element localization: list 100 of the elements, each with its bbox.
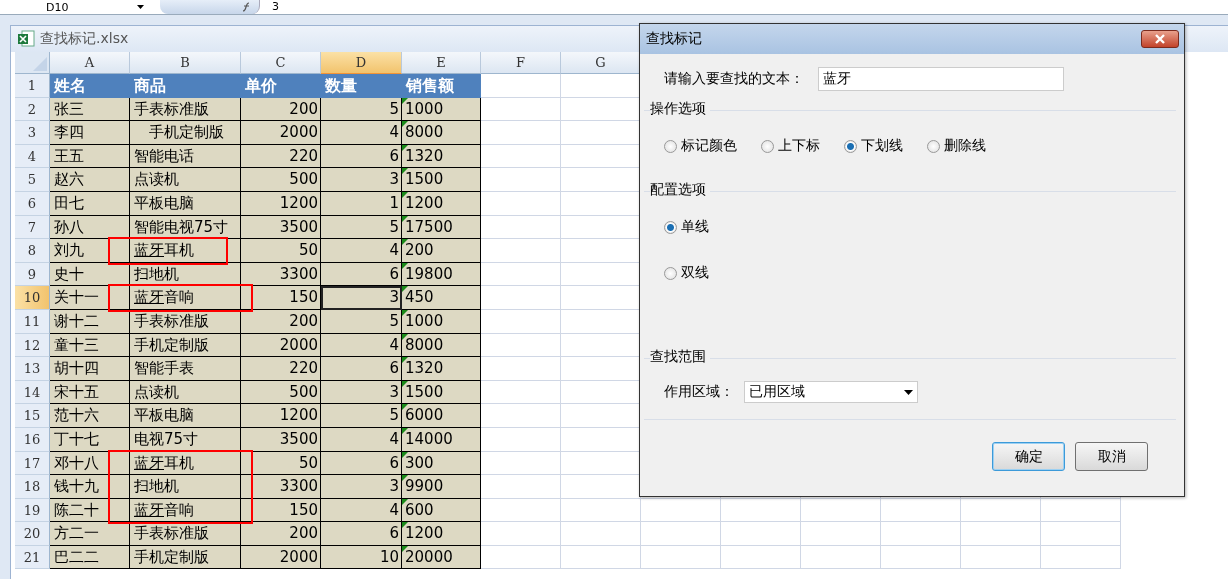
- row-header[interactable]: 19: [15, 498, 50, 523]
- table-cell: 5: [321, 309, 402, 334]
- table-cell: 20000: [402, 545, 481, 570]
- group-title: 查找范围: [650, 348, 710, 366]
- table-cell: 巴二二: [50, 545, 130, 570]
- header-cell: 单价: [241, 74, 321, 98]
- column-header[interactable]: G: [561, 52, 641, 74]
- table-cell: 3: [321, 286, 402, 310]
- table-cell: 手机定制版: [130, 121, 241, 145]
- table-cell: 智能手表: [130, 357, 241, 381]
- row-header[interactable]: 20: [15, 522, 50, 546]
- dialog-button[interactable]: 确定: [992, 442, 1065, 471]
- table-cell: 500: [241, 168, 321, 192]
- column-header[interactable]: B: [130, 52, 241, 74]
- radio-option[interactable]: 单线: [664, 218, 1152, 236]
- table-cell: 蓝牙音响: [130, 498, 241, 523]
- table-cell: 3: [321, 475, 402, 499]
- radio-option[interactable]: 下划线: [844, 137, 903, 155]
- search-field[interactable]: 蓝牙: [818, 67, 1064, 91]
- table-cell: 2000: [241, 545, 321, 570]
- row-header[interactable]: 5: [15, 168, 50, 192]
- table-cell: 丁十七: [50, 427, 130, 452]
- table-cell: 蓝牙音响: [130, 286, 241, 310]
- table-cell: 450: [402, 286, 481, 310]
- table-cell: 220: [241, 357, 321, 381]
- row-header[interactable]: 8: [15, 239, 50, 263]
- table-cell: 1000: [402, 309, 481, 334]
- table-cell: 6: [321, 451, 402, 476]
- row-header[interactable]: 7: [15, 215, 50, 240]
- search-label: 请输入要查找的文本：: [664, 70, 804, 88]
- table-cell: 200: [241, 522, 321, 546]
- row-header[interactable]: 14: [15, 380, 50, 405]
- table-cell: 1320: [402, 357, 481, 381]
- radio-option[interactable]: 标记颜色: [664, 137, 737, 155]
- table-cell: 5: [321, 404, 402, 428]
- group-title: 操作选项: [650, 100, 710, 118]
- table-cell: 150: [241, 286, 321, 310]
- table-cell: 50: [241, 239, 321, 263]
- radio-button[interactable]: [664, 220, 677, 234]
- table-cell: 蓝牙耳机: [130, 239, 241, 263]
- table-cell: 1: [321, 191, 402, 216]
- row-header[interactable]: 6: [15, 191, 50, 216]
- row-header[interactable]: 13: [15, 357, 50, 381]
- table-cell: 3: [321, 168, 402, 192]
- table-cell: 220: [241, 144, 321, 169]
- table-cell: 张三: [50, 97, 130, 122]
- select-all-corner[interactable]: [15, 52, 50, 74]
- group-title: 配置选项: [650, 181, 710, 199]
- row-header[interactable]: 21: [15, 545, 50, 570]
- scope-dropdown[interactable]: 已用区域: [744, 381, 918, 403]
- row-header[interactable]: 17: [15, 451, 50, 476]
- radio-button[interactable]: [664, 139, 677, 153]
- row-header[interactable]: 12: [15, 333, 50, 358]
- column-header[interactable]: C: [241, 52, 321, 74]
- radio-button[interactable]: [927, 139, 940, 153]
- close-button[interactable]: [1141, 30, 1179, 48]
- row-header[interactable]: 15: [15, 404, 50, 428]
- table-cell: 平板电脑: [130, 191, 241, 216]
- row-header[interactable]: 3: [15, 121, 50, 145]
- radio-button[interactable]: [664, 266, 677, 280]
- row-header[interactable]: 16: [15, 427, 50, 452]
- row-header[interactable]: 9: [15, 262, 50, 287]
- name-box[interactable]: D10: [0, 0, 150, 14]
- row-header[interactable]: 4: [15, 144, 50, 169]
- table-cell: 6: [321, 144, 402, 169]
- radio-option[interactable]: 上下标: [761, 137, 820, 155]
- table-cell: 范十六: [50, 404, 130, 428]
- table-cell: 1320: [402, 144, 481, 169]
- table-cell: 手表标准版: [130, 97, 241, 122]
- table-cell: 1200: [241, 404, 321, 428]
- table-cell: 2000: [241, 121, 321, 145]
- table-cell: 14000: [402, 427, 481, 452]
- row-header[interactable]: 10: [15, 286, 50, 310]
- workbook-title: 查找标记.xlsx: [40, 30, 129, 48]
- header-cell: 姓名: [50, 74, 130, 98]
- table-cell: 刘九: [50, 239, 130, 263]
- table-cell: 5: [321, 97, 402, 122]
- row-header[interactable]: 18: [15, 475, 50, 499]
- radio-button[interactable]: [761, 139, 774, 153]
- column-header[interactable]: D: [321, 52, 402, 74]
- table-cell: 钱十九: [50, 475, 130, 499]
- dialog-button[interactable]: 取消: [1075, 442, 1148, 471]
- row-header[interactable]: 1: [15, 74, 50, 98]
- table-cell: 4: [321, 333, 402, 358]
- function-icon: [241, 2, 251, 12]
- table-cell: 4: [321, 427, 402, 452]
- radio-option[interactable]: 删除线: [927, 137, 986, 155]
- radio-button[interactable]: [844, 139, 857, 153]
- column-header[interactable]: A: [50, 52, 130, 74]
- table-cell: 600: [402, 498, 481, 523]
- row-header[interactable]: 2: [15, 97, 50, 122]
- table-cell: 关十一: [50, 286, 130, 310]
- function-button[interactable]: [160, 0, 260, 14]
- formula-field[interactable]: 3: [260, 0, 1228, 14]
- table-cell: 200: [241, 309, 321, 334]
- column-header[interactable]: E: [402, 52, 481, 74]
- column-header[interactable]: F: [481, 52, 561, 74]
- radio-option[interactable]: 双线: [664, 264, 1152, 282]
- row-header[interactable]: 11: [15, 309, 50, 334]
- table-cell: 1200: [241, 191, 321, 216]
